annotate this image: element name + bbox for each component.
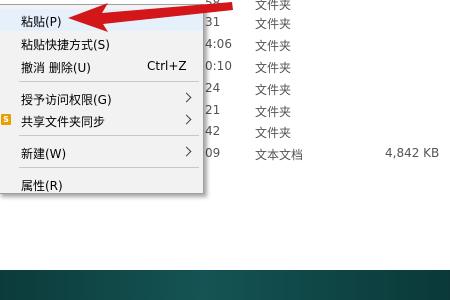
menu-item-label: 属性(R) xyxy=(21,179,63,193)
file-date: 31 xyxy=(205,15,221,29)
file-date: 4:06 xyxy=(205,37,232,51)
file-type: 文本文档 xyxy=(255,148,304,162)
explorer-window: 58 文件夹 31 文件夹 4:06 文件夹 0:10 文件夹 24 文件夹 2… xyxy=(0,0,450,300)
file-type: 文件夹 xyxy=(255,83,292,97)
menu-separator xyxy=(19,167,199,168)
menu-item-label: 粘贴(P) xyxy=(21,15,62,29)
sync-app-icon: S xyxy=(1,114,11,125)
menu-item-label: 撤消 删除(U) xyxy=(21,61,91,75)
menu-item-share-folder-sync[interactable]: S 共享文件夹同步 xyxy=(0,109,203,131)
menu-item-label: 新建(W) xyxy=(21,147,67,161)
file-type: 文件夹 xyxy=(255,17,292,31)
menu-item-grant-access[interactable]: 授予访问权限(G) xyxy=(0,87,203,109)
chevron-right-icon xyxy=(181,92,192,103)
file-type: 文件夹 xyxy=(255,105,292,119)
menu-item-shortcut: Ctrl+Z xyxy=(147,59,187,73)
menu-item-label: 授予访问权限(G) xyxy=(21,93,112,107)
file-type: 文件夹 xyxy=(255,61,292,75)
file-date: 21 xyxy=(205,103,221,117)
menu-item-label: 粘贴快捷方式(S) xyxy=(21,38,110,52)
menu-item-paste[interactable]: 粘贴(P) xyxy=(0,9,203,31)
menu-separator xyxy=(19,81,199,82)
context-menu: 粘贴(P) 粘贴快捷方式(S) 撤消 删除(U) Ctrl+Z 授予访问权限(G… xyxy=(0,4,204,194)
menu-item-properties[interactable]: 属性(R) xyxy=(0,173,203,195)
taskbar[interactable] xyxy=(0,270,450,300)
file-date: 24 xyxy=(205,81,221,95)
file-date: 42 xyxy=(205,124,221,138)
chevron-right-icon xyxy=(181,146,192,157)
file-type: 文件夹 xyxy=(255,39,292,53)
file-date: 0:10 xyxy=(205,59,232,73)
menu-item-paste-shortcut[interactable]: 粘贴快捷方式(S) xyxy=(0,32,203,54)
menu-item-label: 共享文件夹同步 xyxy=(21,115,106,129)
menu-item-undo-delete[interactable]: 撤消 删除(U) Ctrl+Z xyxy=(0,55,203,77)
chevron-right-icon xyxy=(181,114,192,125)
file-type: 文件夹 xyxy=(255,126,292,140)
menu-separator xyxy=(19,135,199,136)
file-date: 58 xyxy=(205,0,221,10)
file-date: 09 xyxy=(205,146,221,160)
menu-item-new[interactable]: 新建(W) xyxy=(0,141,203,163)
file-size: 4,842 KB xyxy=(385,146,440,160)
